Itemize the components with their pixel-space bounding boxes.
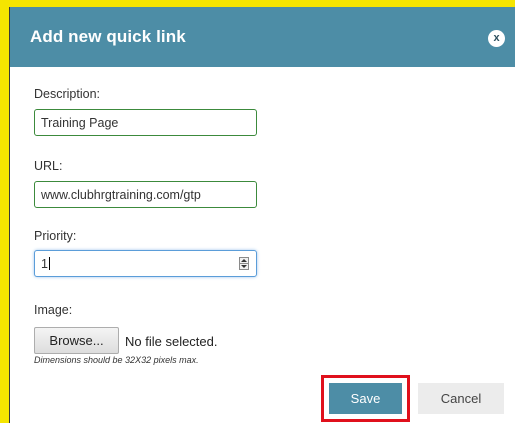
dimensions-hint: Dimensions should be 32X32 pixels max. [34, 355, 199, 365]
cancel-button[interactable]: Cancel [418, 383, 504, 414]
image-label: Image: [34, 303, 73, 317]
priority-label: Priority: [34, 229, 77, 243]
priority-value: 1 [41, 257, 48, 271]
description-label: Description: [34, 87, 100, 101]
url-label: URL: [34, 159, 63, 173]
close-icon[interactable]: x [488, 30, 505, 47]
dialog-title: Add new quick link [30, 27, 186, 46]
spin-down-icon[interactable] [241, 265, 247, 268]
save-button[interactable]: Save [329, 383, 402, 414]
spin-up-icon[interactable] [241, 259, 247, 262]
no-file-selected-text: No file selected. [125, 334, 218, 349]
browse-button[interactable]: Browse... [34, 327, 119, 354]
spinner-divider [240, 263, 248, 264]
add-quick-link-dialog: Add new quick link x Description: URL: P… [9, 7, 515, 423]
description-field[interactable] [34, 109, 257, 136]
text-caret [48, 257, 50, 270]
dialog-titlebar: Add new quick link x [10, 7, 515, 67]
priority-spinner[interactable] [239, 257, 249, 270]
screen-background: Add new quick link x Description: URL: P… [0, 0, 515, 423]
url-field[interactable] [34, 181, 257, 208]
priority-field[interactable]: 1 [34, 250, 257, 277]
